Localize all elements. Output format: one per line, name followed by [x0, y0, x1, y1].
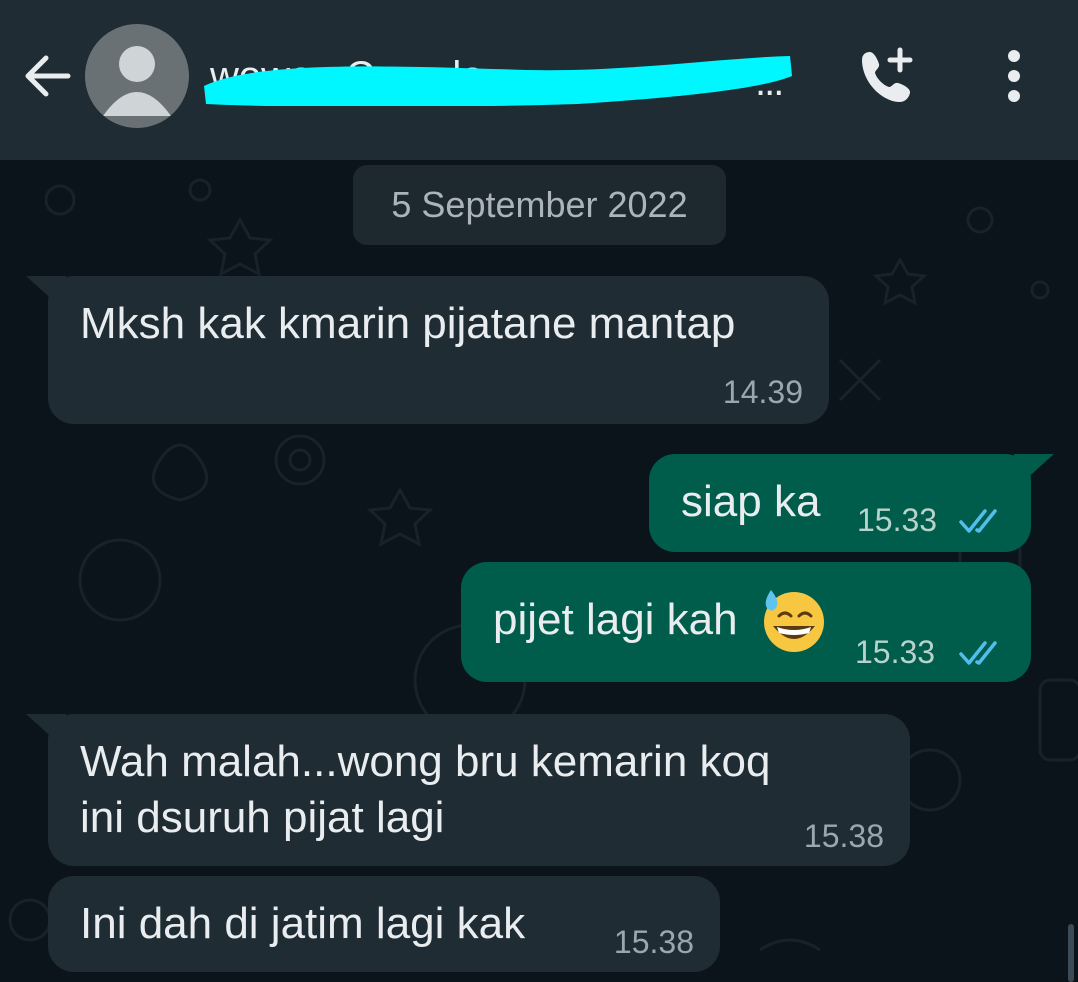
default-avatar-icon — [103, 46, 171, 116]
message-text-line: Wah malah...wong bru kemarin koq — [80, 737, 771, 786]
message-time: 15.38 — [803, 818, 884, 854]
message-time: 15.38 — [613, 924, 694, 960]
redaction-scribble — [204, 56, 792, 106]
scrollbar-thumb[interactable] — [1068, 924, 1074, 982]
grinning-sweat-emoji — [764, 590, 824, 652]
message-time: 15.33 — [855, 634, 936, 670]
message-text: Ini dah di jatim lagi kak — [80, 899, 526, 948]
contact-avatar[interactable] — [85, 24, 189, 128]
message-bubble-outgoing[interactable]: siap ka 15.33 — [649, 454, 1031, 552]
message-bubble-incoming[interactable]: Ini dah di jatim lagi kak 15.38 — [48, 876, 720, 972]
more-vertical-icon[interactable] — [990, 46, 1038, 106]
message-text: Mksh kak kmarin pijatane mantap — [80, 299, 736, 348]
message-bubble-incoming[interactable]: Mksh kak kmarin pijatane mantap 14.39 — [48, 276, 829, 424]
name-truncation: ... — [755, 60, 784, 104]
double-check-read-icon — [959, 641, 997, 665]
double-check-read-icon — [959, 509, 997, 533]
arrow-left-icon[interactable] — [20, 48, 76, 104]
message-text: siap ka — [681, 477, 821, 526]
chat-header: wowon Cemplo ... — [0, 0, 1078, 160]
date-separator: 5 September 2022 — [353, 165, 726, 245]
message-time: 15.33 — [857, 502, 938, 538]
message-text: pijet lagi kah — [493, 595, 738, 644]
message-time: 14.39 — [722, 374, 803, 410]
add-call-icon[interactable] — [856, 44, 920, 108]
message-text-line: ini dsuruh pijat lagi — [80, 793, 445, 842]
message-bubble-incoming[interactable]: Wah malah...wong bru kemarin koq ini dsu… — [48, 714, 910, 866]
message-bubble-outgoing[interactable]: pijet lagi kah 15.33 — [461, 562, 1031, 682]
